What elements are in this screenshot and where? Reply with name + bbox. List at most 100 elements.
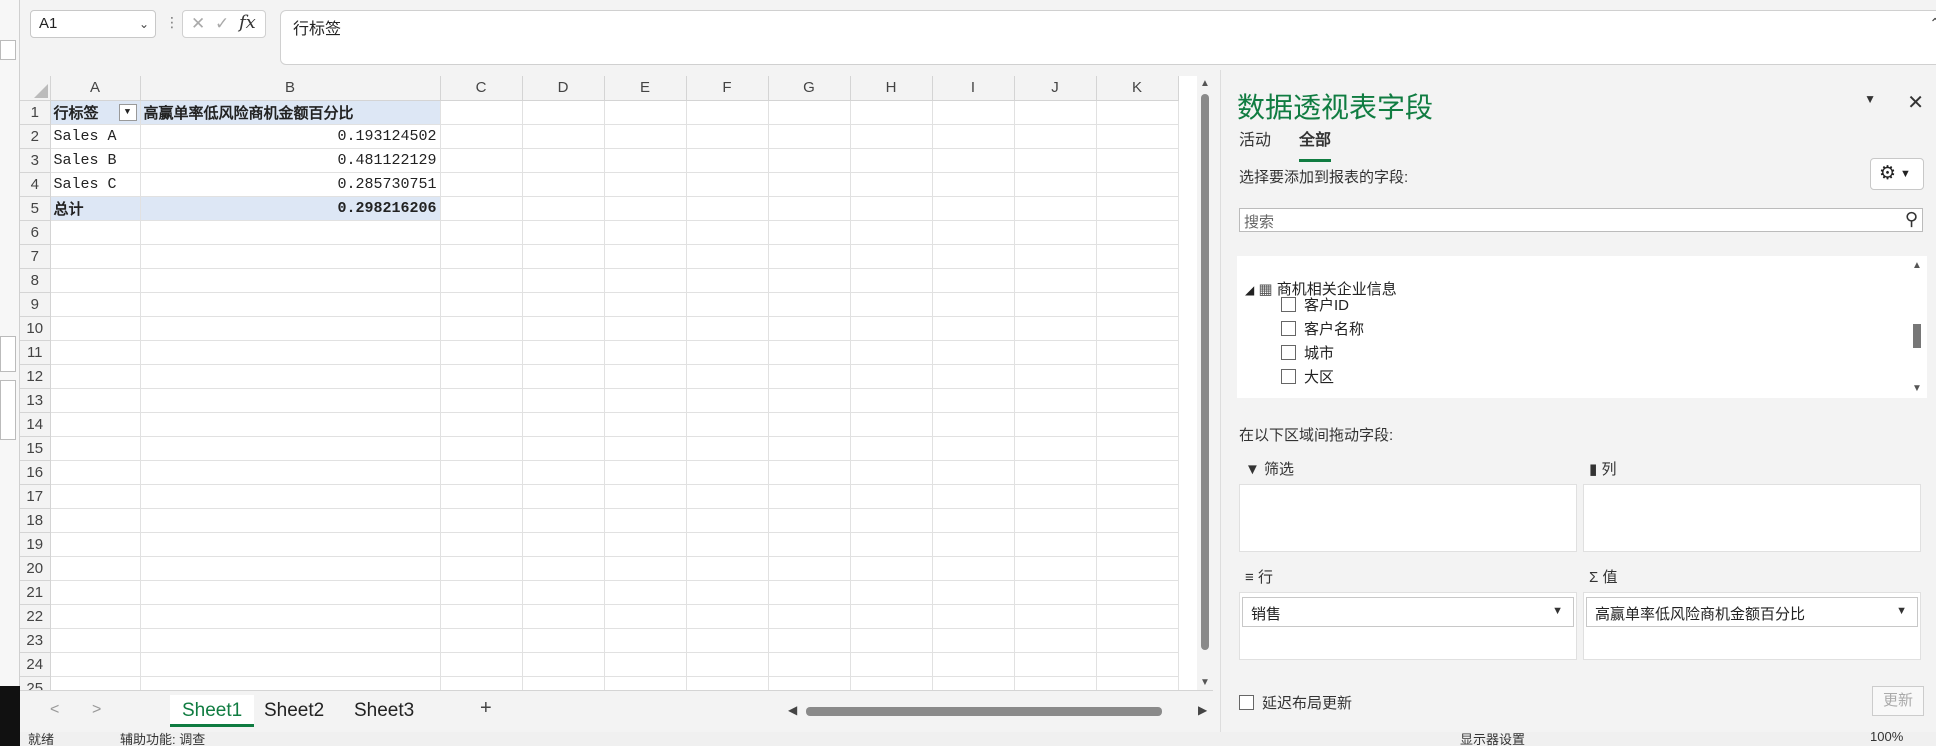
cell-f18[interactable] (686, 508, 769, 533)
cell-b12[interactable] (140, 364, 441, 389)
scroll-up-icon[interactable]: ▲ (1200, 78, 1210, 89)
column-header-b[interactable]: B (140, 76, 441, 101)
cell-e16[interactable] (604, 460, 687, 485)
cell-i5[interactable] (932, 196, 1015, 221)
cell-c24[interactable] (440, 652, 523, 677)
cell-i20[interactable] (932, 556, 1015, 581)
cell-c8[interactable] (440, 268, 523, 293)
cell-f19[interactable] (686, 532, 769, 557)
cell-f10[interactable] (686, 316, 769, 341)
column-header-d[interactable]: D (522, 76, 605, 101)
cell-e25[interactable] (604, 676, 687, 690)
cell-e18[interactable] (604, 508, 687, 533)
cell-a12[interactable] (50, 364, 141, 389)
cell-c14[interactable] (440, 412, 523, 437)
field-item[interactable]: 客户ID (1281, 294, 1349, 315)
cell-c18[interactable] (440, 508, 523, 533)
cell-d19[interactable] (522, 532, 605, 557)
column-header-a[interactable]: A (50, 76, 141, 101)
scroll-down-icon[interactable]: ▼ (1912, 383, 1922, 394)
cell-j21[interactable] (1014, 580, 1097, 605)
cell-f1[interactable] (686, 100, 769, 125)
cell-e12[interactable] (604, 364, 687, 389)
columns-area[interactable]: ▮ 列 (1583, 454, 1921, 552)
field-item[interactable]: 大区 (1281, 366, 1334, 387)
cell-f22[interactable] (686, 604, 769, 629)
field-checkbox[interactable] (1281, 297, 1296, 312)
cell-d5[interactable] (522, 196, 605, 221)
cell-b1[interactable]: 高赢单率低风险商机金额百分比 (140, 100, 441, 125)
cell-h15[interactable] (850, 436, 933, 461)
cell-e15[interactable] (604, 436, 687, 461)
row-header[interactable]: 2 (20, 124, 51, 149)
cell-g22[interactable] (768, 604, 851, 629)
cell-j1[interactable] (1014, 100, 1097, 125)
close-icon[interactable]: ✕ (1907, 90, 1924, 115)
cell-k11[interactable] (1096, 340, 1179, 365)
column-header-f[interactable]: F (686, 76, 769, 101)
cell-c6[interactable] (440, 220, 523, 245)
cell-d9[interactable] (522, 292, 605, 317)
cell-h9[interactable] (850, 292, 933, 317)
row-header[interactable]: 6 (20, 220, 51, 245)
cell-a21[interactable] (50, 580, 141, 605)
cell-k23[interactable] (1096, 628, 1179, 653)
cell-h11[interactable] (850, 340, 933, 365)
field-list-scroll-thumb[interactable] (1913, 324, 1921, 348)
cell-g24[interactable] (768, 652, 851, 677)
columns-drop-zone[interactable] (1583, 484, 1921, 552)
cell-e6[interactable] (604, 220, 687, 245)
cell-j10[interactable] (1014, 316, 1097, 341)
cell-a6[interactable] (50, 220, 141, 245)
cell-h19[interactable] (850, 532, 933, 557)
scroll-up-icon[interactable]: ▲ (1912, 260, 1922, 271)
cell-j16[interactable] (1014, 460, 1097, 485)
sheet-tab-sheet2[interactable]: Sheet2 (252, 695, 336, 727)
cell-j12[interactable] (1014, 364, 1097, 389)
cell-a20[interactable] (50, 556, 141, 581)
row-header[interactable]: 10 (20, 316, 51, 341)
row-header[interactable]: 21 (20, 580, 51, 605)
cell-h10[interactable] (850, 316, 933, 341)
cell-f15[interactable] (686, 436, 769, 461)
column-header-g[interactable]: G (768, 76, 851, 101)
row-header[interactable]: 11 (20, 340, 51, 365)
cell-a10[interactable] (50, 316, 141, 341)
cell-a8[interactable] (50, 268, 141, 293)
cell-e4[interactable] (604, 172, 687, 197)
cell-a7[interactable] (50, 244, 141, 269)
row-header[interactable]: 14 (20, 412, 51, 437)
row-header[interactable]: 1 (20, 100, 51, 125)
cell-b16[interactable] (140, 460, 441, 485)
cell-d24[interactable] (522, 652, 605, 677)
cell-a19[interactable] (50, 532, 141, 557)
tab-all[interactable]: 全部 (1299, 126, 1332, 162)
cell-e9[interactable] (604, 292, 687, 317)
cell-k25[interactable] (1096, 676, 1179, 690)
select-all-corner[interactable] (20, 76, 51, 101)
cell-g5[interactable] (768, 196, 851, 221)
cell-i12[interactable] (932, 364, 1015, 389)
cell-e19[interactable] (604, 532, 687, 557)
cell-e14[interactable] (604, 412, 687, 437)
cell-a15[interactable] (50, 436, 141, 461)
row-header[interactable]: 7 (20, 244, 51, 269)
cell-d23[interactable] (522, 628, 605, 653)
cell-h2[interactable] (850, 124, 933, 149)
cell-g3[interactable] (768, 148, 851, 173)
cell-h24[interactable] (850, 652, 933, 677)
cell-i1[interactable] (932, 100, 1015, 125)
cell-f20[interactable] (686, 556, 769, 581)
cell-c21[interactable] (440, 580, 523, 605)
cell-a13[interactable] (50, 388, 141, 413)
more-options-icon[interactable]: ⋮ (165, 14, 179, 31)
cell-k1[interactable] (1096, 100, 1179, 125)
cell-j9[interactable] (1014, 292, 1097, 317)
cell-g2[interactable] (768, 124, 851, 149)
display-settings[interactable]: 显示器设置 (1460, 732, 1525, 746)
tools-button[interactable]: ⚙ ▼ (1870, 158, 1924, 190)
cell-g1[interactable] (768, 100, 851, 125)
cell-g10[interactable] (768, 316, 851, 341)
cell-k12[interactable] (1096, 364, 1179, 389)
cell-d2[interactable] (522, 124, 605, 149)
